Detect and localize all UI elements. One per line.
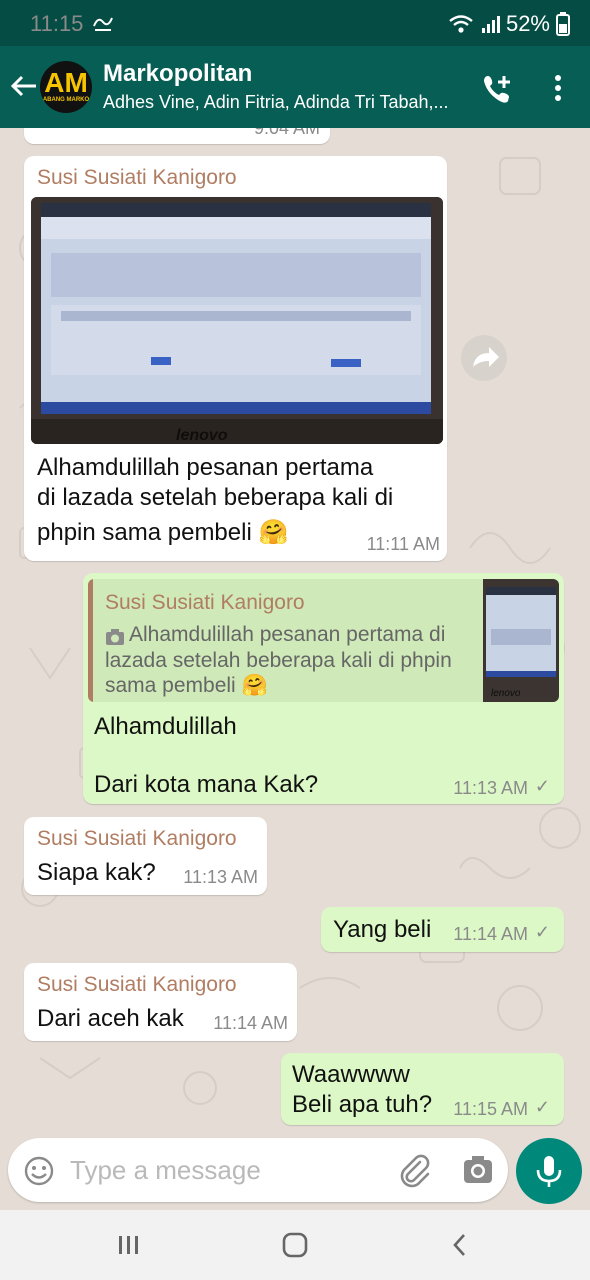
microphone-icon xyxy=(536,1156,562,1187)
recent-apps-icon[interactable] xyxy=(117,1234,141,1256)
chat-area[interactable]: 9:04 AM Susi Susiati Kanigoro lenovo Alh… xyxy=(0,128,590,1138)
sender-name[interactable]: Susi Susiati Kanigoro xyxy=(37,827,237,851)
wifi-icon xyxy=(448,14,474,34)
message-text-line: Alhamdulillah pesanan pertama xyxy=(37,454,374,481)
avatar-logo-text: AM xyxy=(44,67,88,98)
message-time: 11:15 AM xyxy=(453,1099,528,1119)
message-time: 9:04 AM xyxy=(253,128,320,138)
voice-message-button[interactable] xyxy=(516,1138,582,1204)
partial-message-bubble[interactable]: 9:04 AM xyxy=(24,128,330,144)
group-members[interactable]: Adhes Vine, Adin Fitria, Adinda Tri Taba… xyxy=(103,92,463,113)
sent-check-icon: ✓ xyxy=(534,922,550,942)
signal-icon xyxy=(480,14,500,34)
message-time: 11:14 AM xyxy=(453,924,528,944)
message-time: 11:13 AM xyxy=(453,778,528,798)
notification-icon xyxy=(92,12,114,32)
add-call-icon[interactable] xyxy=(480,70,516,106)
group-title[interactable]: Markopolitan xyxy=(103,60,252,88)
quoted-text-line: lazada setelah beberapa kali di phpin xyxy=(105,649,452,672)
quoted-reply[interactable]: Susi Susiati Kanigoro Alhamdulillah pesa… xyxy=(88,579,559,702)
message-bubble-incoming[interactable]: Susi Susiati Kanigoro Siapa kak? 11:13 A… xyxy=(24,817,267,895)
chat-header: AM ABANG MARKO Markopolitan Adhes Vine, … xyxy=(0,46,590,128)
attach-icon[interactable] xyxy=(398,1154,432,1188)
message-bubble-incoming[interactable]: Susi Susiati Kanigoro Dari aceh kak 11:1… xyxy=(24,963,297,1041)
avatar-caption: ABANG MARKO xyxy=(42,97,90,103)
sent-check-icon: ✓ xyxy=(534,776,550,796)
battery-level: 52% xyxy=(505,11,550,36)
svg-text:lenovo: lenovo xyxy=(491,688,521,699)
message-text-line: di lazada setelah beberapa kali di xyxy=(37,484,394,511)
message-text: Dari aceh kak xyxy=(37,1005,184,1032)
message-bubble-outgoing[interactable]: Waawwww Beli apa tuh? 11:15 AM ✓ xyxy=(281,1053,564,1125)
forward-icon xyxy=(473,347,499,367)
status-bar: 11:15 52% xyxy=(0,0,590,46)
back-icon[interactable] xyxy=(450,1232,470,1258)
message-input[interactable]: Type a message xyxy=(70,1155,261,1186)
system-navigation-bar xyxy=(0,1210,590,1280)
message-image[interactable]: lenovo xyxy=(31,197,443,444)
home-icon[interactable] xyxy=(282,1232,308,1258)
message-bubble-outgoing[interactable]: Yang beli 11:14 AM ✓ xyxy=(321,907,564,952)
message-text-line: Dari kota mana Kak? xyxy=(94,771,319,798)
status-time: 11:15 xyxy=(30,11,84,36)
emoji-icon[interactable] xyxy=(23,1155,55,1187)
message-time: 11:11 AM xyxy=(366,534,440,554)
message-time: 11:13 AM xyxy=(183,867,258,887)
svg-text:lenovo: lenovo xyxy=(176,427,228,444)
quoted-thumbnail: lenovo xyxy=(483,579,559,702)
message-bubble-outgoing[interactable]: Susi Susiati Kanigoro Alhamdulillah pesa… xyxy=(83,573,564,804)
quoted-text-line: sama pembeli 🤗 xyxy=(105,674,268,697)
message-bubble-incoming[interactable]: Susi Susiati Kanigoro lenovo Alhamdulill… xyxy=(24,156,447,561)
sent-check-icon: ✓ xyxy=(534,1097,550,1117)
message-text-line: phpin sama pembeli 🤗 xyxy=(37,519,289,546)
sender-name[interactable]: Susi Susiati Kanigoro xyxy=(37,973,237,997)
quoted-sender-name: Susi Susiati Kanigoro xyxy=(105,591,305,614)
message-text-line: Beli apa tuh? xyxy=(292,1091,433,1118)
quoted-text-line: Alhamdulillah pesanan pertama di xyxy=(129,623,446,646)
message-text-line: Waawwww xyxy=(292,1061,410,1088)
laptop-screen-photo: lenovo xyxy=(31,197,443,444)
back-arrow-icon[interactable] xyxy=(8,70,40,102)
forward-button[interactable] xyxy=(461,335,507,381)
camera-icon[interactable] xyxy=(462,1155,494,1185)
reply-accent-bar xyxy=(88,579,93,702)
camera-icon xyxy=(105,628,125,646)
message-text: Siapa kak? xyxy=(37,859,156,886)
sender-name[interactable]: Susi Susiati Kanigoro xyxy=(37,166,237,190)
group-avatar[interactable]: AM ABANG MARKO xyxy=(40,61,92,113)
message-time: 11:14 AM xyxy=(213,1013,288,1033)
message-composer[interactable]: Type a message xyxy=(8,1138,508,1202)
message-text-line: Alhamdulillah xyxy=(94,713,237,740)
battery-icon xyxy=(556,12,570,36)
more-options-icon[interactable] xyxy=(548,72,568,104)
message-text: Yang beli xyxy=(333,916,432,943)
